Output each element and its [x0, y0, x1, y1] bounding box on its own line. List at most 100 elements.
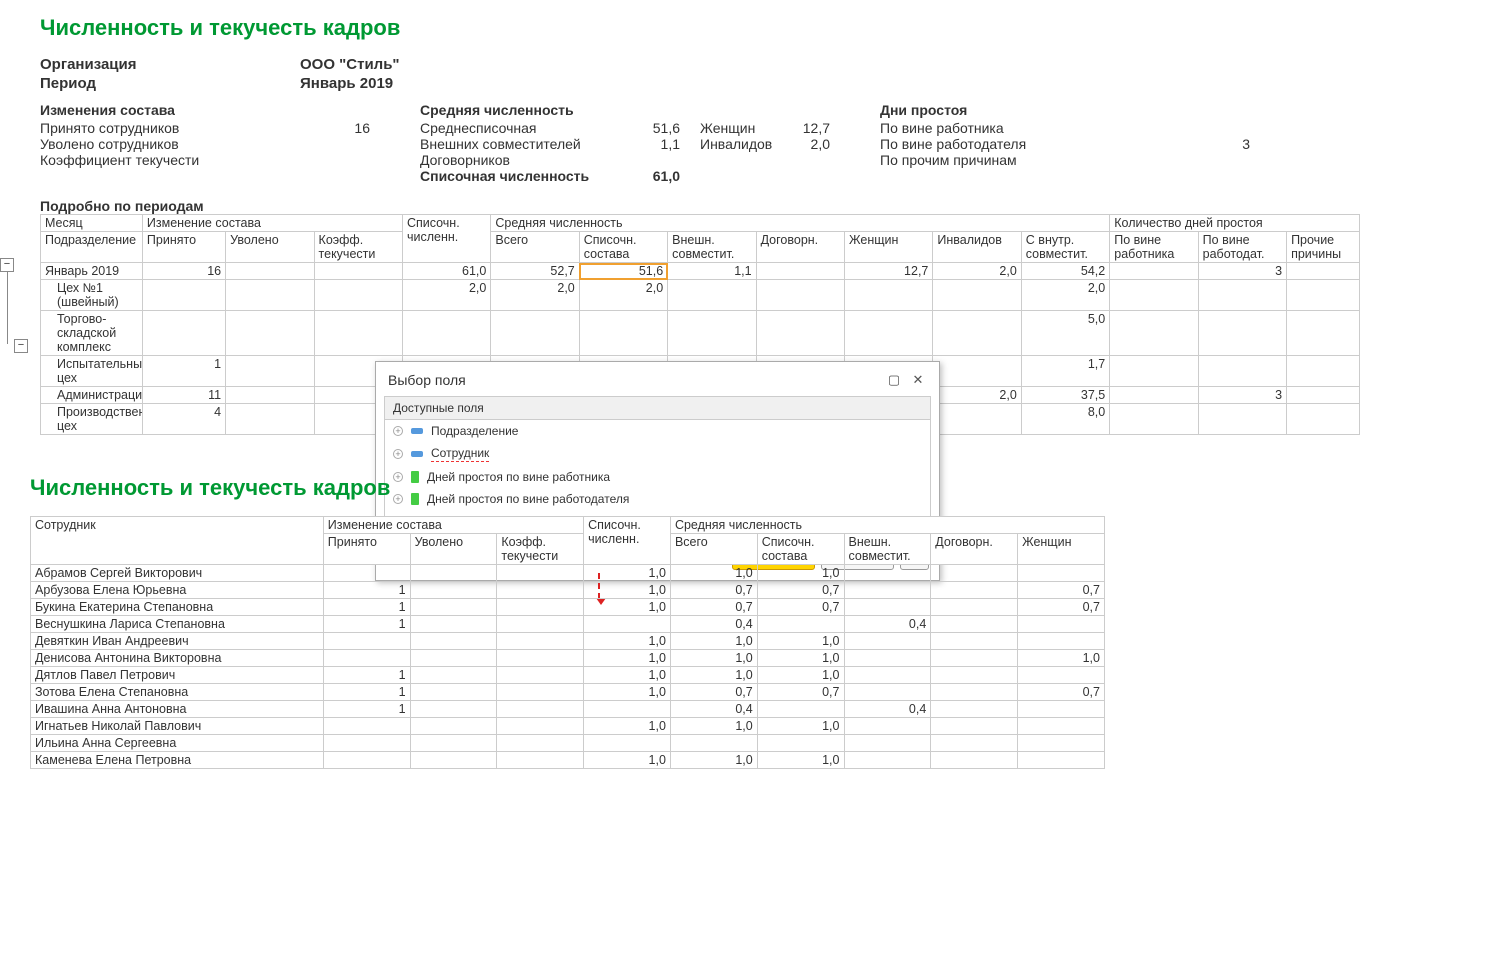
cell[interactable]: [410, 565, 497, 582]
expand-icon[interactable]: +: [393, 426, 403, 436]
col-emp[interactable]: Сотрудник: [31, 517, 324, 565]
cell[interactable]: Денисова Антонина Викторовна: [31, 650, 324, 667]
cell[interactable]: [931, 650, 1018, 667]
col-total[interactable]: Всего: [491, 232, 579, 263]
cell[interactable]: [226, 263, 314, 280]
cell[interactable]: [1110, 404, 1198, 435]
cell[interactable]: 1,1: [668, 263, 756, 280]
cell[interactable]: [497, 667, 584, 684]
cell[interactable]: Торгово-складской комплекс: [41, 311, 143, 356]
col-fired-2[interactable]: Уволено: [410, 534, 497, 565]
cell[interactable]: [410, 582, 497, 599]
cell[interactable]: [323, 735, 410, 752]
cell[interactable]: 1,0: [670, 650, 757, 667]
cell[interactable]: [497, 633, 584, 650]
cell[interactable]: 8,0: [1021, 404, 1109, 435]
field-option[interactable]: +Сотрудник: [385, 442, 930, 466]
cell[interactable]: [402, 311, 490, 356]
cell[interactable]: [314, 280, 402, 311]
cell[interactable]: 1,0: [757, 667, 844, 684]
cell[interactable]: 1,0: [584, 599, 671, 616]
cell[interactable]: [844, 735, 931, 752]
col-contract-2[interactable]: Договорн.: [931, 534, 1018, 565]
col-contract[interactable]: Договорн.: [756, 232, 844, 263]
cell[interactable]: [756, 311, 844, 356]
cell[interactable]: [757, 735, 844, 752]
cell[interactable]: Дятлов Павел Петрович: [31, 667, 324, 684]
cell[interactable]: 1,0: [670, 633, 757, 650]
close-icon[interactable]: ✕: [909, 372, 927, 388]
cell[interactable]: [844, 650, 931, 667]
cell[interactable]: [931, 582, 1018, 599]
cell[interactable]: Администрация: [41, 387, 143, 404]
cell[interactable]: [1110, 280, 1198, 311]
table-row[interactable]: Торгово-складской комплекс5,0: [41, 311, 1360, 356]
cell[interactable]: 0,7: [757, 599, 844, 616]
col-listcount-2[interactable]: Списочн. численн.: [584, 517, 671, 565]
table-row[interactable]: Дятлов Павел Петрович11,01,01,0: [31, 667, 1105, 684]
cell[interactable]: [1110, 263, 1198, 280]
cell[interactable]: [584, 701, 671, 718]
cell[interactable]: [226, 280, 314, 311]
cell[interactable]: [933, 356, 1021, 387]
col-ext[interactable]: Внешн. совместит.: [668, 232, 756, 263]
cell[interactable]: [931, 633, 1018, 650]
col-hired[interactable]: Принято: [142, 232, 225, 263]
cell[interactable]: [844, 667, 931, 684]
cell[interactable]: [497, 752, 584, 769]
cell[interactable]: [497, 684, 584, 701]
cell[interactable]: 0,4: [844, 616, 931, 633]
cell[interactable]: 1: [323, 667, 410, 684]
cell[interactable]: 1: [323, 701, 410, 718]
cell[interactable]: [1018, 735, 1105, 752]
col-fired[interactable]: Уволено: [226, 232, 314, 263]
cell[interactable]: Девяткин Иван Андреевич: [31, 633, 324, 650]
cell[interactable]: [1018, 616, 1105, 633]
cell[interactable]: [933, 280, 1021, 311]
table-row[interactable]: Абрамов Сергей Викторович1,01,01,0: [31, 565, 1105, 582]
cell[interactable]: Игнатьев Николай Павлович: [31, 718, 324, 735]
table-row[interactable]: Январь 20191661,052,751,61,112,72,054,23: [41, 263, 1360, 280]
col-change-group[interactable]: Изменение состава: [142, 215, 402, 232]
cell[interactable]: [497, 565, 584, 582]
cell[interactable]: [1287, 387, 1360, 404]
cell[interactable]: [931, 735, 1018, 752]
cell[interactable]: Январь 2019: [41, 263, 143, 280]
col-inner[interactable]: С внутр. совместит.: [1021, 232, 1109, 263]
cell[interactable]: 2,0: [579, 280, 667, 311]
cell[interactable]: [931, 667, 1018, 684]
employee-grid[interactable]: Сотрудник Изменение состава Списочн. чис…: [30, 516, 1105, 769]
col-avg-group[interactable]: Средняя численность: [491, 215, 1110, 232]
cell[interactable]: Веснушкина Лариса Степановна: [31, 616, 324, 633]
cell[interactable]: 0,7: [1018, 684, 1105, 701]
table-row[interactable]: Девяткин Иван Андреевич1,01,01,0: [31, 633, 1105, 650]
cell[interactable]: 3: [1198, 387, 1286, 404]
tree-toggle-month[interactable]: −: [14, 339, 28, 353]
col-change-group-2[interactable]: Изменение состава: [323, 517, 583, 534]
cell[interactable]: 2,0: [933, 263, 1021, 280]
col-listcomp-2[interactable]: Списочн. состава: [757, 534, 844, 565]
cell[interactable]: 0,7: [670, 599, 757, 616]
cell[interactable]: 0,7: [757, 684, 844, 701]
table-row[interactable]: Арбузова Елена Юрьевна11,00,70,70,7: [31, 582, 1105, 599]
cell[interactable]: 12,7: [844, 263, 932, 280]
cell[interactable]: Каменева Елена Петровна: [31, 752, 324, 769]
cell[interactable]: 0,4: [844, 701, 931, 718]
cell[interactable]: [226, 311, 314, 356]
cell[interactable]: [844, 718, 931, 735]
cell[interactable]: 0,7: [670, 582, 757, 599]
cell[interactable]: [1018, 565, 1105, 582]
cell[interactable]: [1018, 633, 1105, 650]
cell[interactable]: Букина Екатерина Степановна: [31, 599, 324, 616]
cell[interactable]: [844, 633, 931, 650]
cell[interactable]: 0,7: [670, 684, 757, 701]
cell[interactable]: 1,0: [584, 718, 671, 735]
cell[interactable]: [844, 582, 931, 599]
table-row[interactable]: Игнатьев Николай Павлович1,01,01,0: [31, 718, 1105, 735]
cell[interactable]: 16: [142, 263, 225, 280]
cell[interactable]: [1287, 404, 1360, 435]
cell[interactable]: [668, 280, 756, 311]
cell[interactable]: 1,0: [757, 650, 844, 667]
cell[interactable]: 1,0: [757, 752, 844, 769]
table-row[interactable]: Букина Екатерина Степановна11,00,70,70,7: [31, 599, 1105, 616]
